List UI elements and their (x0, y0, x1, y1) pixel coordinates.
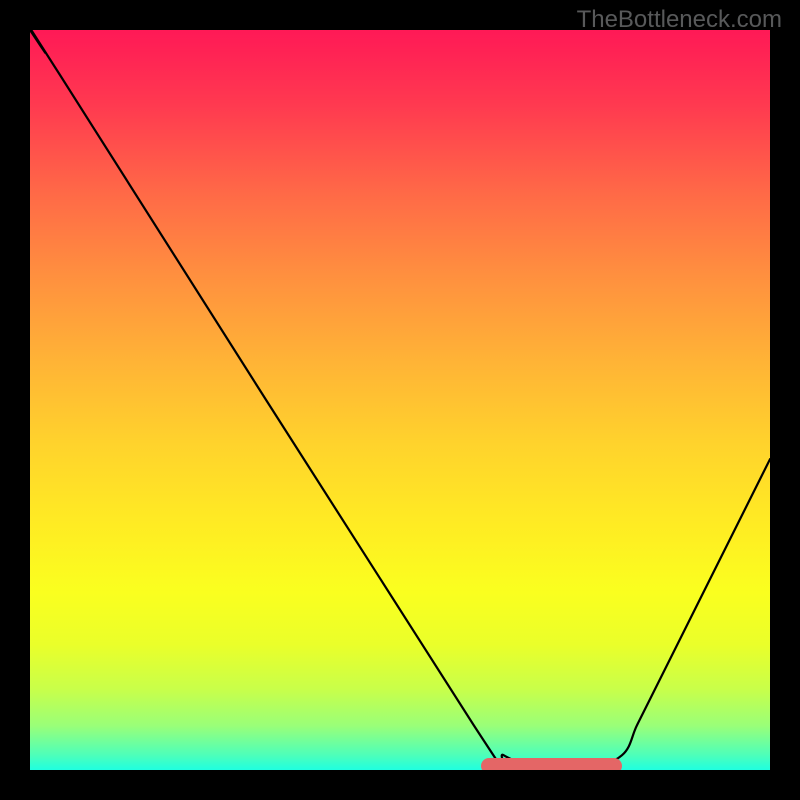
watermark-text: TheBottleneck.com (577, 6, 782, 34)
plot-area (30, 30, 770, 770)
optimal-range-marker (481, 758, 622, 770)
curve-svg (30, 30, 770, 770)
bottleneck-curve-path (30, 30, 770, 770)
